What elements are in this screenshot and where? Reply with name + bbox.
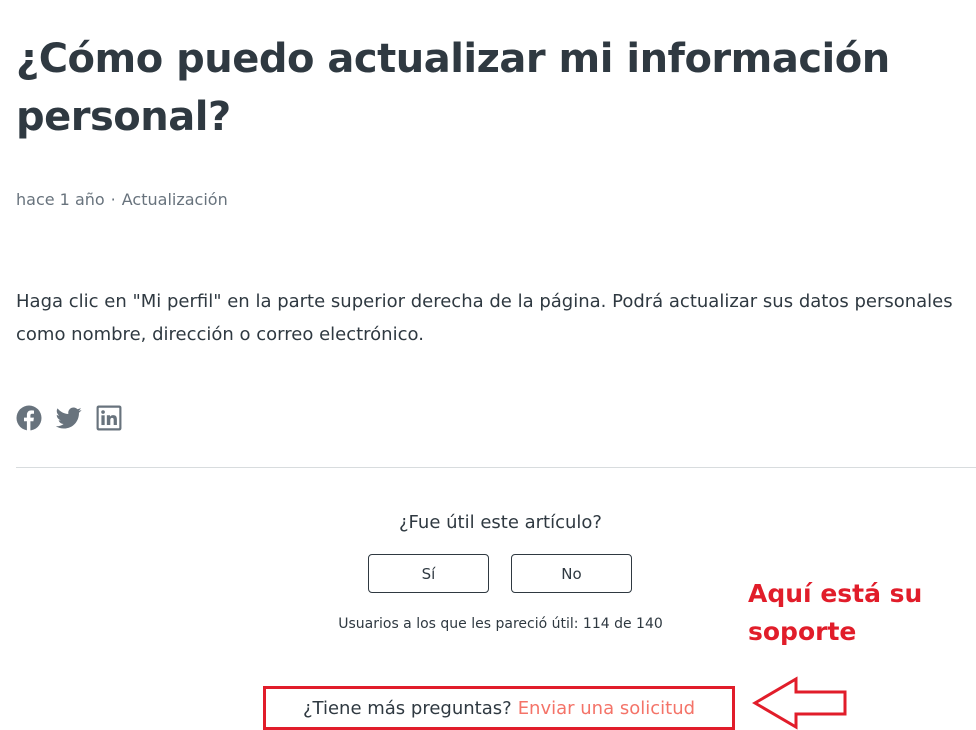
share-bar — [16, 405, 122, 431]
facebook-icon — [16, 405, 42, 431]
article-time: hace 1 año — [16, 190, 105, 209]
vote-yes-button[interactable]: Sí — [368, 554, 489, 593]
meta-separator: · — [110, 190, 116, 209]
linkedin-icon — [96, 405, 122, 431]
share-facebook-button[interactable] — [16, 405, 42, 431]
vote-question: ¿Fue útil este artículo? — [399, 512, 602, 533]
support-annotation: Aquí está su soporte — [748, 579, 923, 646]
twitter-icon — [56, 407, 82, 429]
request-question: ¿Tiene más preguntas? — [302, 697, 512, 719]
request-callout: ¿Tiene más preguntas? Enviar una solicit… — [263, 686, 735, 730]
article-section-link[interactable]: Actualización — [122, 190, 228, 209]
article-meta: hace 1 año · Actualización — [16, 190, 228, 209]
vote-no-button[interactable]: No — [511, 554, 632, 593]
share-twitter-button[interactable] — [56, 405, 82, 431]
content-divider — [16, 467, 976, 468]
article-body: Haga clic en "Mi perfil" en la parte sup… — [16, 291, 953, 345]
arrow-left-icon — [752, 676, 847, 730]
article-title: ¿Cómo puedo actualizar mi información pe… — [16, 36, 890, 140]
submit-request-link[interactable]: Enviar una solicitud — [518, 698, 695, 719]
share-linkedin-button[interactable] — [96, 405, 122, 431]
